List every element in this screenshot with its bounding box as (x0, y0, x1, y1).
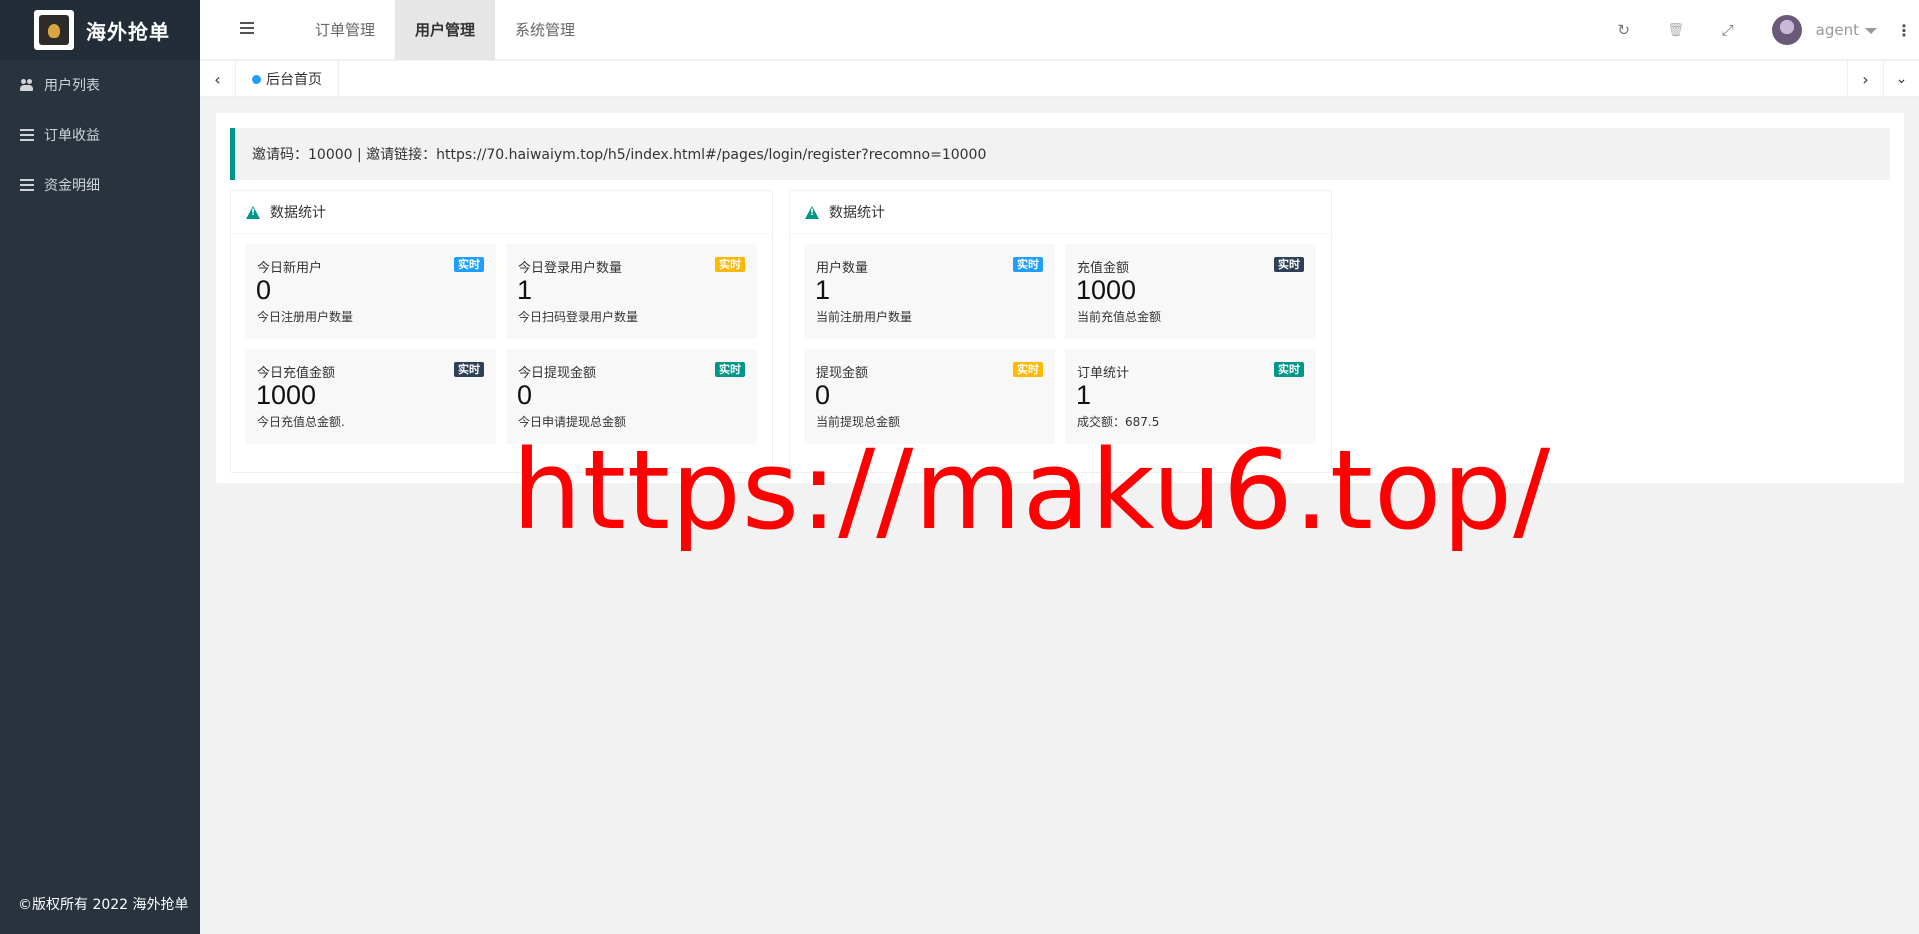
stat-desc: 今日充值总金额. (257, 415, 345, 429)
stat-label: 今日新用户 (257, 261, 323, 276)
tab-prev-icon[interactable]: ‹ (200, 61, 236, 97)
tab-next-icon[interactable]: › (1847, 61, 1883, 97)
stat-label: 今日充值金额 (257, 366, 336, 381)
copyright: ©版权所有 2022 海外抢单 (18, 897, 189, 913)
stat-today-login-users: 今日登录用户数量 实时 1 今日扫码登录用户数量 (506, 244, 757, 339)
more-icon[interactable]: ⋮ (1889, 21, 1919, 40)
stat-value: 1000 (1076, 275, 1137, 305)
fullscreen-icon[interactable]: ⤢ (1702, 0, 1754, 60)
stat-label: 订单统计 (1077, 366, 1130, 381)
logo-image (34, 10, 74, 50)
warning-icon (246, 205, 260, 219)
stat-value: 0 (517, 380, 533, 410)
stat-today-new-users: 今日新用户 实时 0 今日注册用户数量 (245, 244, 496, 339)
panel-title: 数据统计 (829, 205, 885, 221)
panel-title: 数据统计 (270, 205, 326, 221)
stat-label: 用户数量 (816, 261, 869, 276)
tab-active-dot (252, 74, 261, 84)
stat-label: 充值金额 (1077, 261, 1130, 276)
logo[interactable]: 海外抢单 (0, 0, 200, 60)
realtime-badge: 实时 (454, 362, 484, 377)
nav-user-management[interactable]: 用户管理 (395, 0, 496, 60)
sidebar-item-label: 资金明细 (44, 178, 100, 194)
user-name[interactable]: agent (1816, 21, 1859, 39)
header-actions: ↻ 🗑 ⤢ agent ⋮ (1598, 0, 1919, 60)
invite-banner: 邀请码：10000 | 邀请链接：https://70.haiwaiym.top… (230, 128, 1890, 180)
realtime-badge: 实时 (1274, 362, 1304, 377)
tab-bar: ‹ 后台首页 › ⌄ (200, 61, 1919, 97)
stat-value: 0 (815, 380, 831, 410)
stat-desc: 今日扫码登录用户数量 (518, 310, 639, 324)
realtime-badge: 实时 (715, 362, 745, 377)
sidebar-item-label: 订单收益 (44, 128, 100, 144)
top-header: 订单管理 用户管理 系统管理 ↻ 🗑 ⤢ agent ⋮ (200, 0, 1919, 60)
tab-home[interactable]: 后台首页 (236, 61, 339, 97)
stat-value: 1000 (256, 380, 317, 410)
tab-menu-icon[interactable]: ⌄ (1883, 61, 1919, 97)
stat-user-count: 用户数量 实时 1 当前注册用户数量 (804, 244, 1055, 339)
realtime-badge: 实时 (1274, 257, 1304, 272)
stat-value: 0 (256, 275, 272, 305)
sidebar-item-user-list[interactable]: 用户列表 (0, 60, 200, 110)
stat-value: 1 (517, 275, 533, 305)
sidebar-item-order-income[interactable]: 订单收益 (0, 110, 200, 160)
nav-order-management[interactable]: 订单管理 (295, 0, 395, 60)
realtime-badge: 实时 (715, 257, 745, 272)
stat-today-recharge: 今日充值金额 实时 1000 今日充值总金额. (245, 349, 496, 444)
list-icon (20, 179, 34, 191)
sidebar-item-label: 用户列表 (44, 78, 100, 94)
stat-desc: 当前充值总金额 (1077, 310, 1162, 324)
stat-value: 1 (1076, 380, 1092, 410)
sidebar-menu: 用户列表 订单收益 资金明细 (0, 60, 200, 210)
avatar[interactable] (1771, 15, 1802, 45)
users-icon (20, 79, 34, 91)
stat-label: 提现金额 (816, 366, 869, 381)
top-nav: 订单管理 用户管理 系统管理 (295, 0, 595, 60)
watermark-text: https://maku6.top/ (512, 426, 1552, 554)
brand-name: 海外抢单 (86, 19, 170, 44)
stat-label: 今日提现金额 (518, 366, 597, 381)
tab-home-label: 后台首页 (266, 72, 322, 88)
chevron-down-icon[interactable] (1865, 28, 1877, 34)
warning-icon (805, 205, 819, 219)
stat-recharge-amount: 充值金额 实时 1000 当前充值总金额 (1065, 244, 1316, 339)
sidebar: 海外抢单 用户列表 订单收益 资金明细 ©版权所有 2022 海外抢单 (0, 0, 200, 934)
nav-system-management[interactable]: 系统管理 (495, 0, 595, 60)
sidebar-item-fund-details[interactable]: 资金明细 (0, 160, 200, 210)
realtime-badge: 实时 (1013, 257, 1043, 272)
trash-icon[interactable]: 🗑 (1650, 0, 1702, 60)
menu-toggle-icon[interactable] (240, 22, 254, 34)
stat-desc: 当前注册用户数量 (816, 310, 913, 324)
list-icon (20, 129, 34, 141)
refresh-icon[interactable]: ↻ (1598, 0, 1650, 60)
realtime-badge: 实时 (1013, 362, 1043, 377)
panel-header: 数据统计 (790, 191, 1331, 234)
stat-label: 今日登录用户数量 (518, 261, 623, 276)
realtime-badge: 实时 (454, 257, 484, 272)
panel-header: 数据统计 (231, 191, 772, 234)
stat-value: 1 (815, 275, 831, 305)
stat-desc: 今日注册用户数量 (257, 310, 354, 324)
